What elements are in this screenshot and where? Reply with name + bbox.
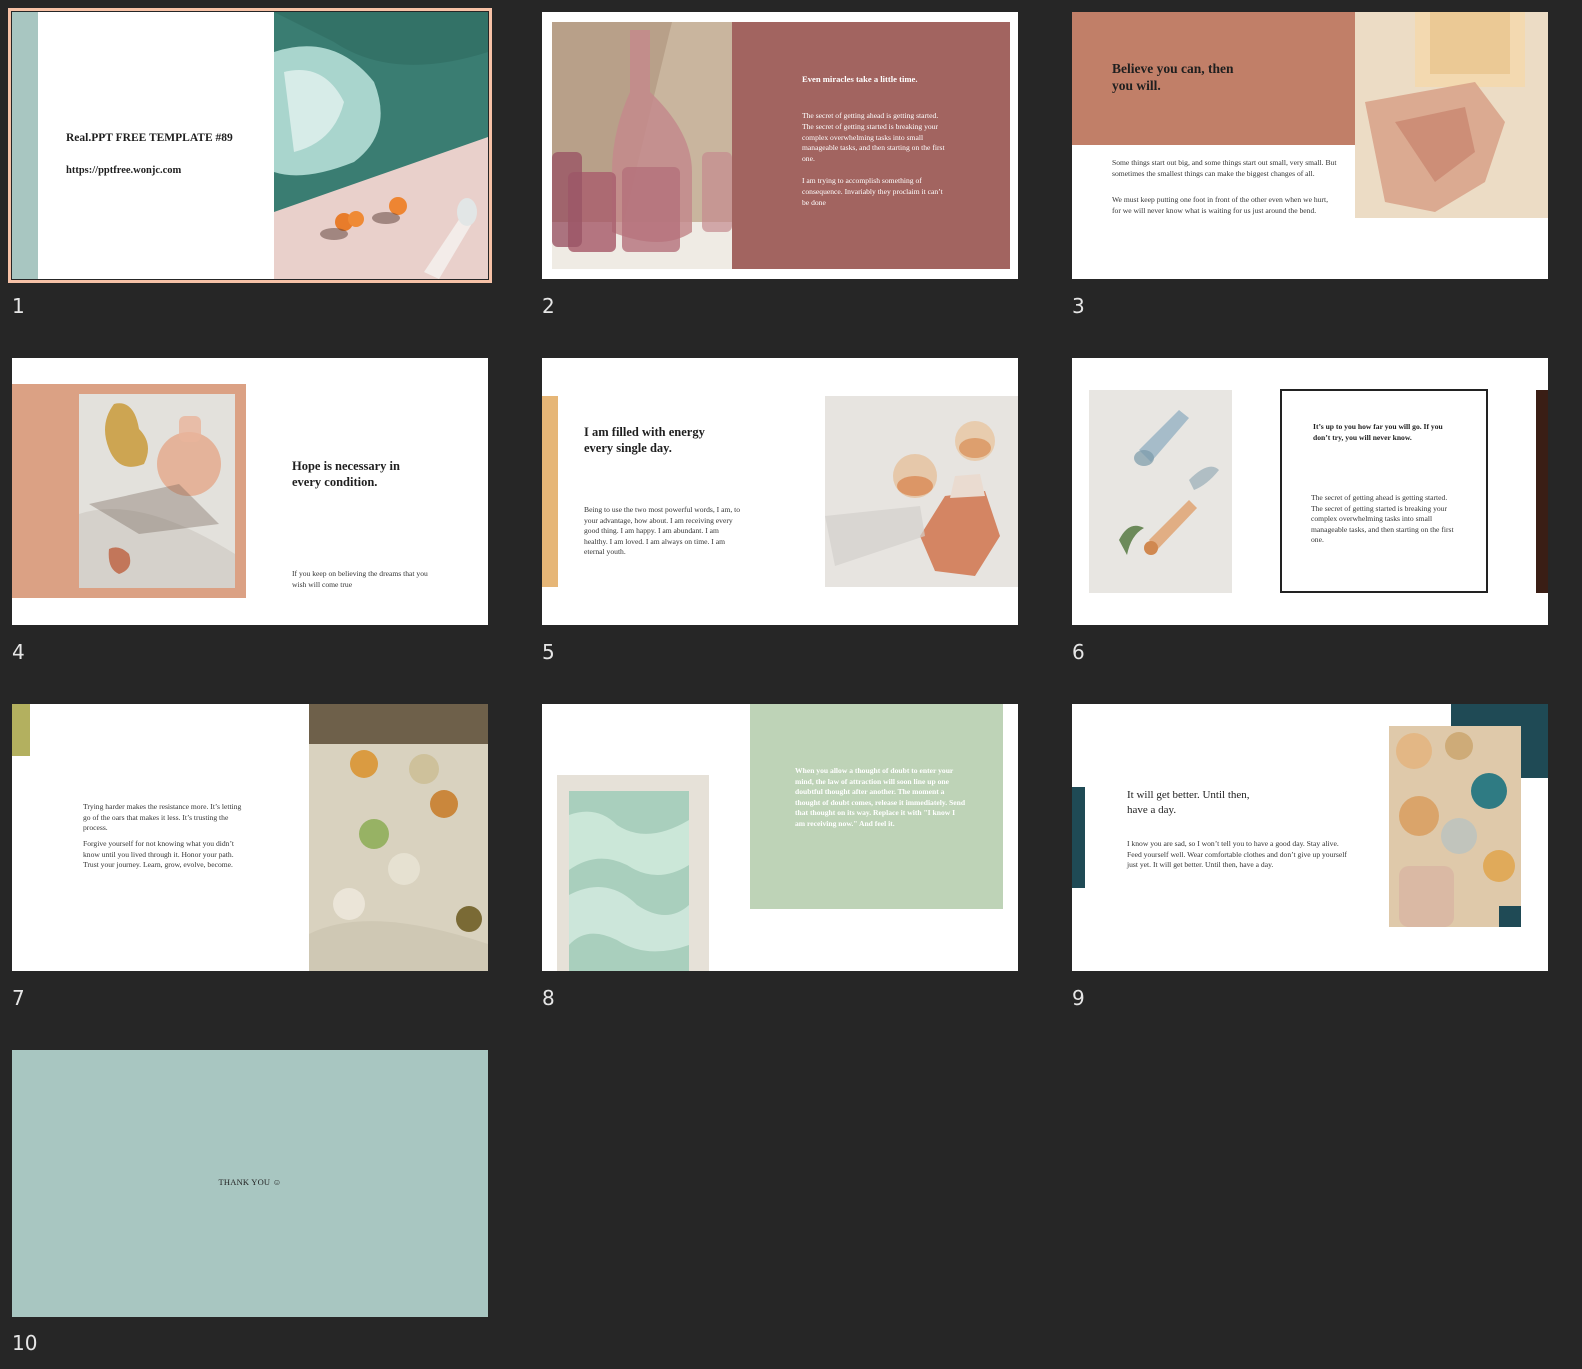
slide-title: I am filled with energy every single day… (584, 425, 705, 455)
accent-bar (542, 396, 558, 587)
slide-body-2: Forgive yourself for not knowing what yo… (83, 839, 234, 870)
slide-body-2: I am trying to accomplish something of c… (802, 176, 943, 207)
slide-7[interactable]: Trying harder makes the resistance more.… (12, 704, 488, 971)
pool-photo (274, 12, 488, 279)
slide-number: 9 (1072, 986, 1085, 1010)
text-frame (1280, 389, 1488, 593)
slide-body: If you keep on believing the dreams that… (292, 569, 428, 589)
slide-5[interactable]: I am filled with energy every single day… (542, 358, 1018, 625)
slide-url: https://pptfree.wonjc.com (66, 165, 182, 176)
slide-9[interactable]: It will get better. Until then, have a d… (1072, 704, 1548, 971)
slide-body: Some things start out big, and some thin… (1112, 158, 1337, 178)
accent-bar (12, 12, 38, 279)
slide-3[interactable]: Believe you can, then you will. Some thi… (1072, 12, 1548, 279)
accent-bar (12, 704, 30, 756)
water-glass-photo (557, 775, 709, 971)
slide-title: Hope is necessary in every condition. (292, 459, 400, 489)
slide-number: 4 (12, 640, 25, 664)
glassware-photo (309, 704, 488, 971)
slide-number: 3 (1072, 294, 1085, 318)
accent-bar (1536, 390, 1548, 593)
slide-title: Real.PPT FREE TEMPLATE #89 (66, 132, 233, 144)
slide-number: 6 (1072, 640, 1085, 664)
slide-body-2: We must keep putting one foot in front o… (1112, 195, 1328, 215)
slide-number: 10 (12, 1331, 38, 1355)
slide-number: 8 (542, 986, 555, 1010)
glass-carafe-photo (552, 22, 732, 269)
slide-title: It’s up to you how far you will go. If y… (1313, 422, 1443, 442)
slide-body: Trying harder makes the resistance more.… (83, 802, 242, 833)
perfume-photo (1355, 12, 1548, 218)
slide-number: 1 (12, 294, 25, 318)
slide-title: It will get better. Until then, have a d… (1127, 789, 1250, 816)
slide-heading: Even miracles take a little time. (802, 74, 918, 84)
slide-title: THANK YOU ☺ (218, 1177, 282, 1187)
glasses-photo (825, 396, 1018, 587)
slide-4[interactable]: Hope is necessary in every condition. If… (12, 358, 488, 625)
slide-number: 7 (12, 986, 25, 1010)
accent-bar (1072, 787, 1085, 888)
bottle-photo (1089, 390, 1232, 593)
slide-1[interactable]: Real.PPT FREE TEMPLATE #89 https://pptfr… (12, 12, 488, 279)
slide-2[interactable]: Even miracles take a little time. The se… (542, 12, 1018, 279)
glass-jug-photo (79, 394, 235, 588)
colored-glasses-photo (1389, 726, 1521, 927)
slide-10[interactable]: THANK YOU ☺ (12, 1050, 488, 1317)
slide-title: Believe you can, then you will. (1112, 61, 1234, 93)
slide-body: The secret of getting ahead is getting s… (1311, 493, 1454, 545)
slide-body: Being to use the two most powerful words… (584, 505, 741, 557)
slide-number: 2 (542, 294, 555, 318)
slide-body: I know you are sad, so I won’t tell you … (1127, 839, 1347, 870)
slide-number: 5 (542, 640, 555, 664)
slide-6[interactable]: It’s up to you how far you will go. If y… (1072, 358, 1548, 625)
slide-body: The secret of getting ahead is getting s… (802, 111, 945, 164)
slide-8[interactable]: When you allow a thought of doubt to ent… (542, 704, 1018, 971)
slide-body: When you allow a thought of doubt to ent… (795, 766, 966, 828)
